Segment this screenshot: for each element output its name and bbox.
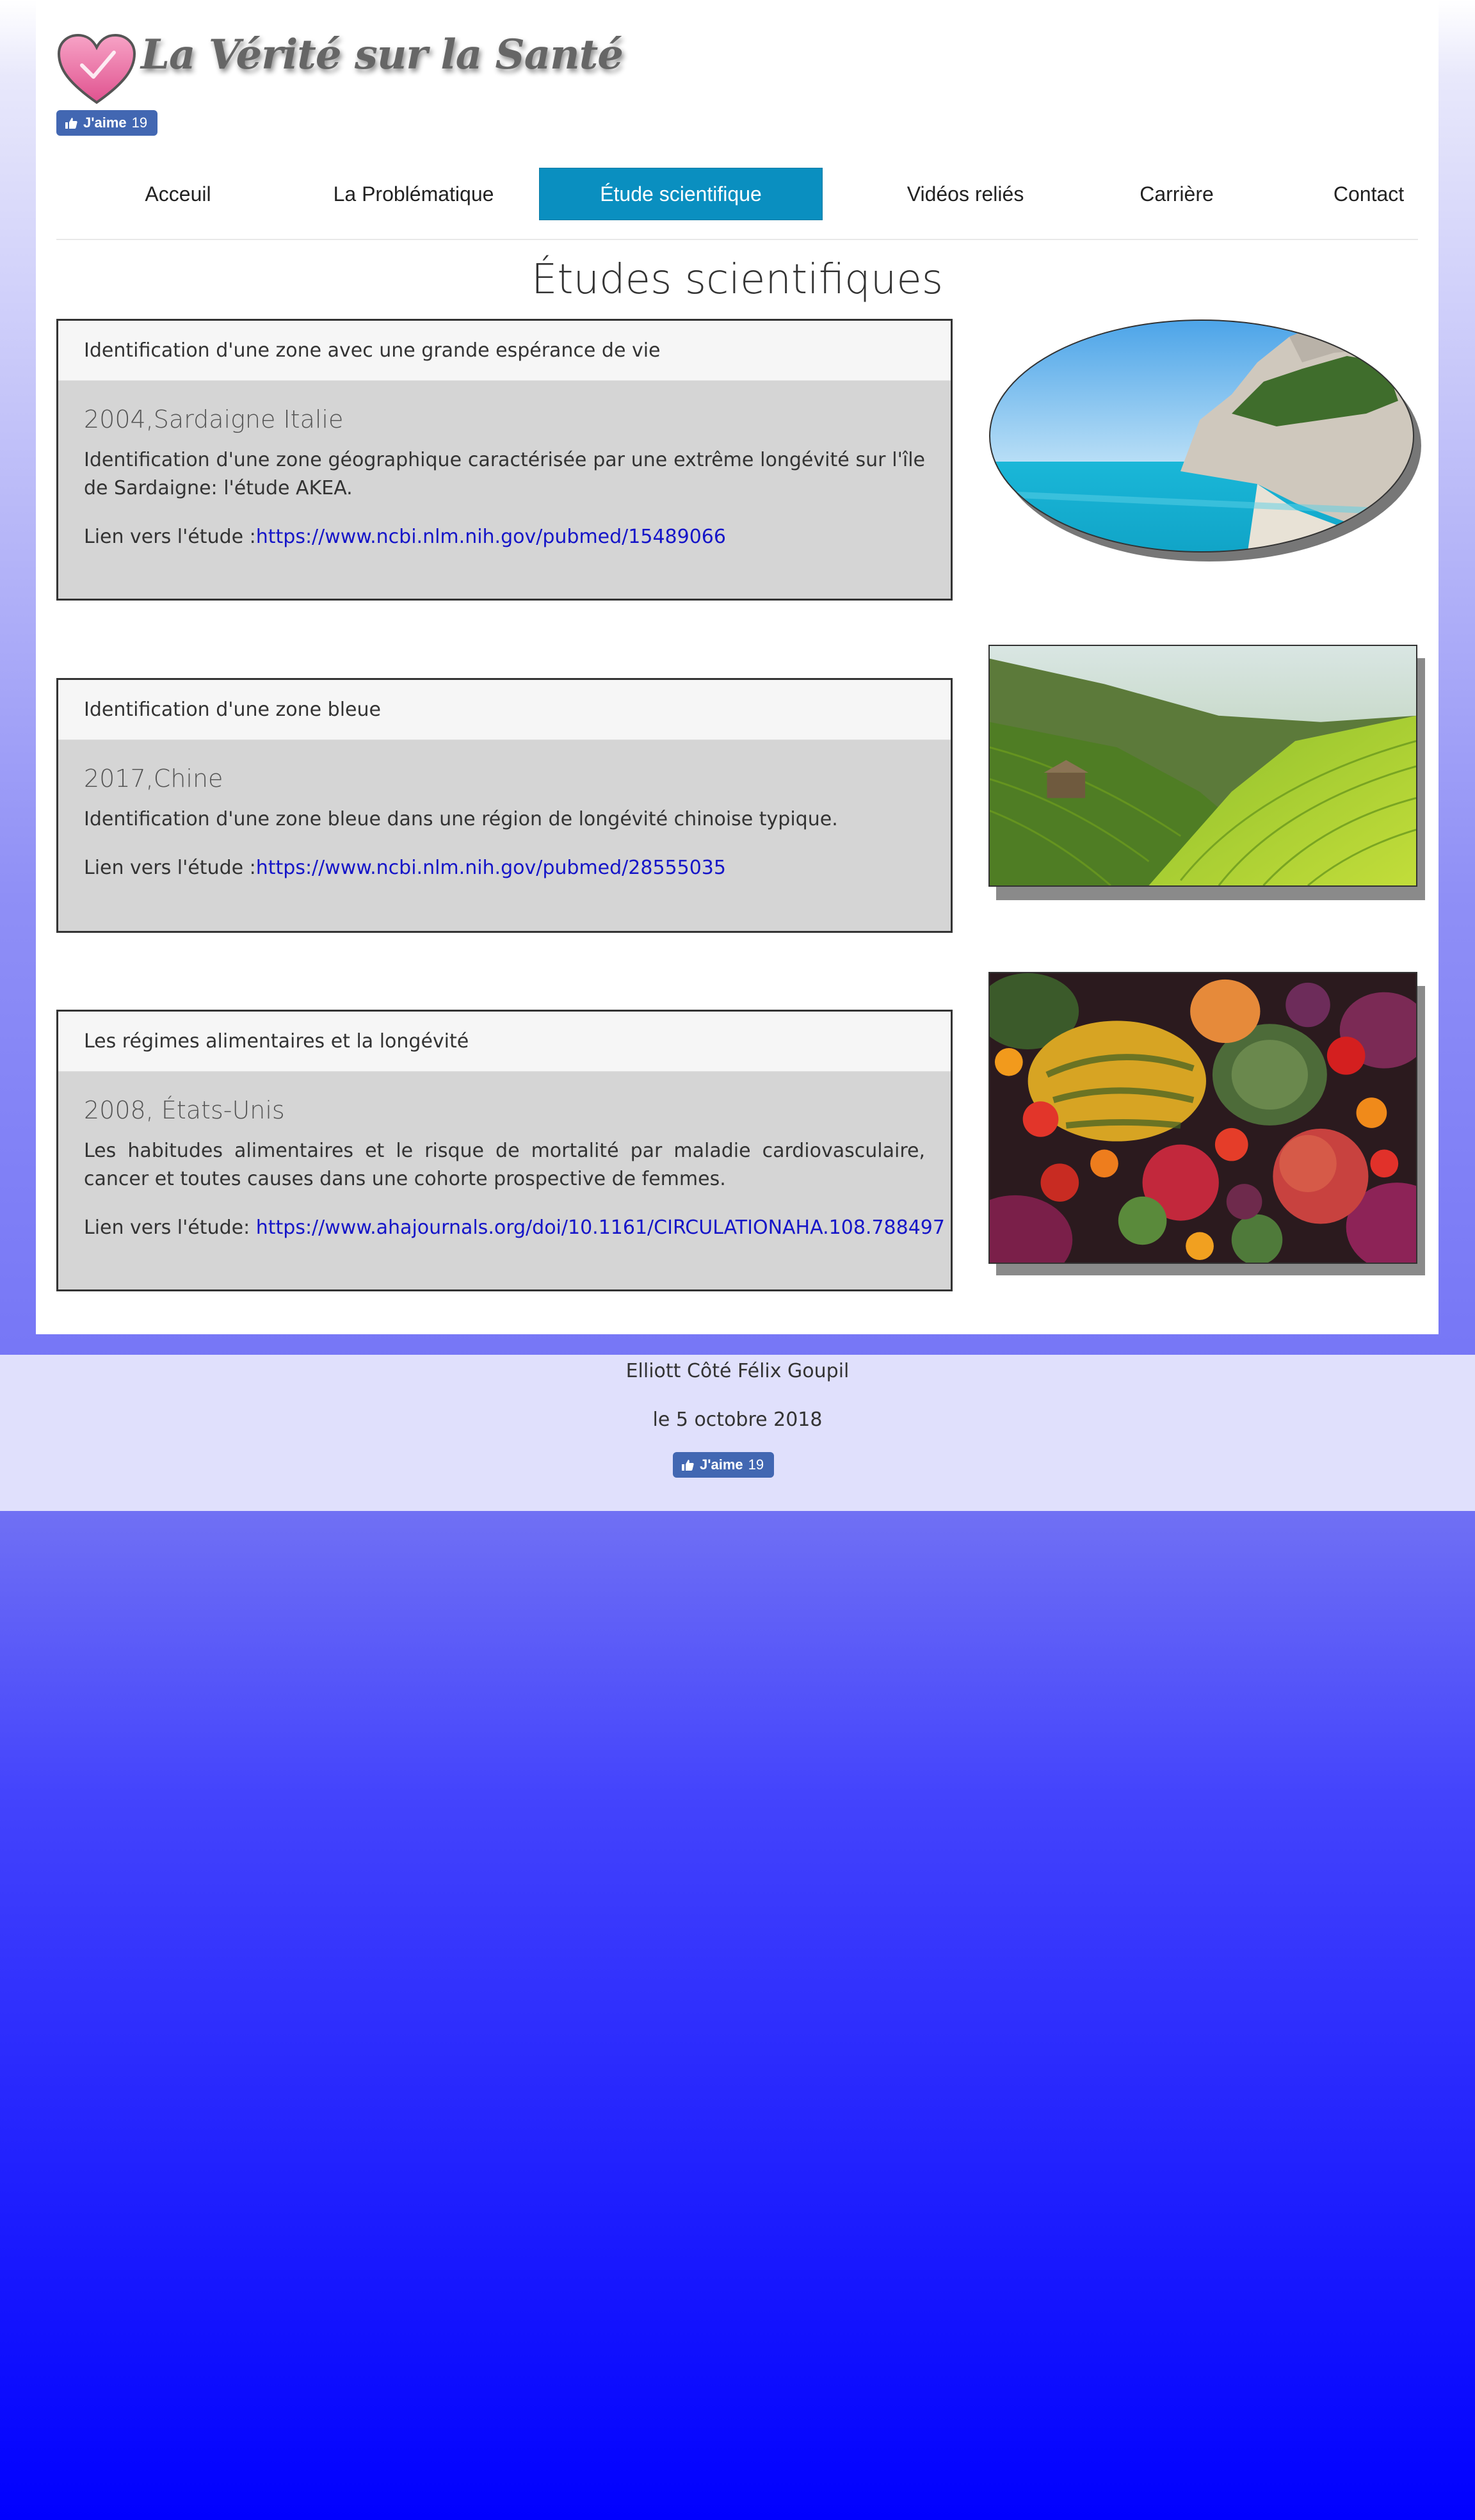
heart-logo-icon[interactable]: [56, 33, 137, 105]
nav-item-videos[interactable]: Vidéos reliés: [850, 168, 1081, 220]
nav-item-acceuil[interactable]: Acceuil: [82, 168, 274, 220]
footer-authors: Elliott Côté Félix Goupil: [625, 1360, 850, 1382]
study-link-line: Lien vers l'étude :https://www.ncbi.nlm.…: [84, 854, 925, 882]
nav-item-etude-scientifique[interactable]: Étude scientifique: [539, 168, 823, 220]
study-subtitle: 2017,Chine: [84, 764, 223, 793]
study-link[interactable]: https://www.ncbi.nlm.nih.gov/pubmed/2855…: [256, 857, 726, 879]
footer-date: le 5 octobre 2018: [652, 1409, 823, 1431]
facebook-like-button[interactable]: J'aime 19: [56, 110, 157, 136]
nav-item-contact[interactable]: Contact: [1273, 168, 1465, 220]
study-title: Identification d'une zone bleue: [58, 680, 951, 740]
study-description: Les habitudes alimentaires et le risque …: [84, 1140, 925, 1190]
study-title: Les régimes alimentaires et la longévité: [58, 1012, 951, 1072]
vegetables-image: [988, 972, 1417, 1264]
study-description: Identification d'une zone bleue dans une…: [84, 808, 838, 830]
study-link-line: Lien vers l'étude :https://www.ncbi.nlm.…: [84, 523, 925, 551]
study-panel: Les régimes alimentaires et la longévité…: [56, 1010, 953, 1291]
study-link-line: Lien vers l'étude: https://www.ahajourna…: [84, 1214, 945, 1242]
nav-item-problematique[interactable]: La Problématique: [305, 168, 522, 220]
like-label: J'aime: [700, 1457, 743, 1473]
study-link-prefix: Lien vers l'étude :: [84, 857, 256, 879]
like-count: 19: [131, 115, 148, 131]
study-title: Identification d'une zone avec une grand…: [58, 321, 951, 381]
study-panel: Identification d'une zone avec une grand…: [56, 319, 953, 601]
thumbs-up-icon: [682, 1460, 694, 1471]
footer: Elliott Côté Félix Goupil le 5 octobre 2…: [0, 1355, 1475, 1511]
main-nav: Acceuil La Problématique Étude scientifi…: [56, 168, 1418, 220]
sardinia-coast-image: [989, 319, 1421, 561]
study-link[interactable]: https://www.ahajournals.org/doi/10.1161/…: [256, 1216, 945, 1239]
like-count: 19: [748, 1457, 764, 1473]
like-label: J'aime: [83, 115, 127, 131]
study-panel: Identification d'une zone bleue 2017,Chi…: [56, 678, 953, 933]
study-link[interactable]: https://www.ncbi.nlm.nih.gov/pubmed/1548…: [256, 526, 726, 548]
page-container: La Vérité sur la Santé J'aime 19 Acceuil…: [36, 0, 1439, 1334]
study-subtitle: 2008, États-Unis: [84, 1096, 285, 1124]
study-link-prefix: Lien vers l'étude :: [84, 526, 256, 548]
rice-terraces-image: [988, 645, 1417, 887]
study-link-prefix: Lien vers l'étude:: [84, 1216, 256, 1239]
page-title: Études scientifiques: [531, 256, 944, 303]
nav-divider: [56, 239, 1418, 240]
thumbs-up-icon: [65, 118, 77, 129]
nav-item-carriere[interactable]: Carrière: [1081, 168, 1273, 220]
study-subtitle: 2004,Sardaigne Italie: [84, 405, 344, 433]
study-description: Identification d'une zone géographique c…: [84, 449, 925, 499]
site-title[interactable]: La Vérité sur la Santé: [141, 31, 624, 79]
facebook-like-button-footer[interactable]: J'aime 19: [673, 1452, 774, 1478]
